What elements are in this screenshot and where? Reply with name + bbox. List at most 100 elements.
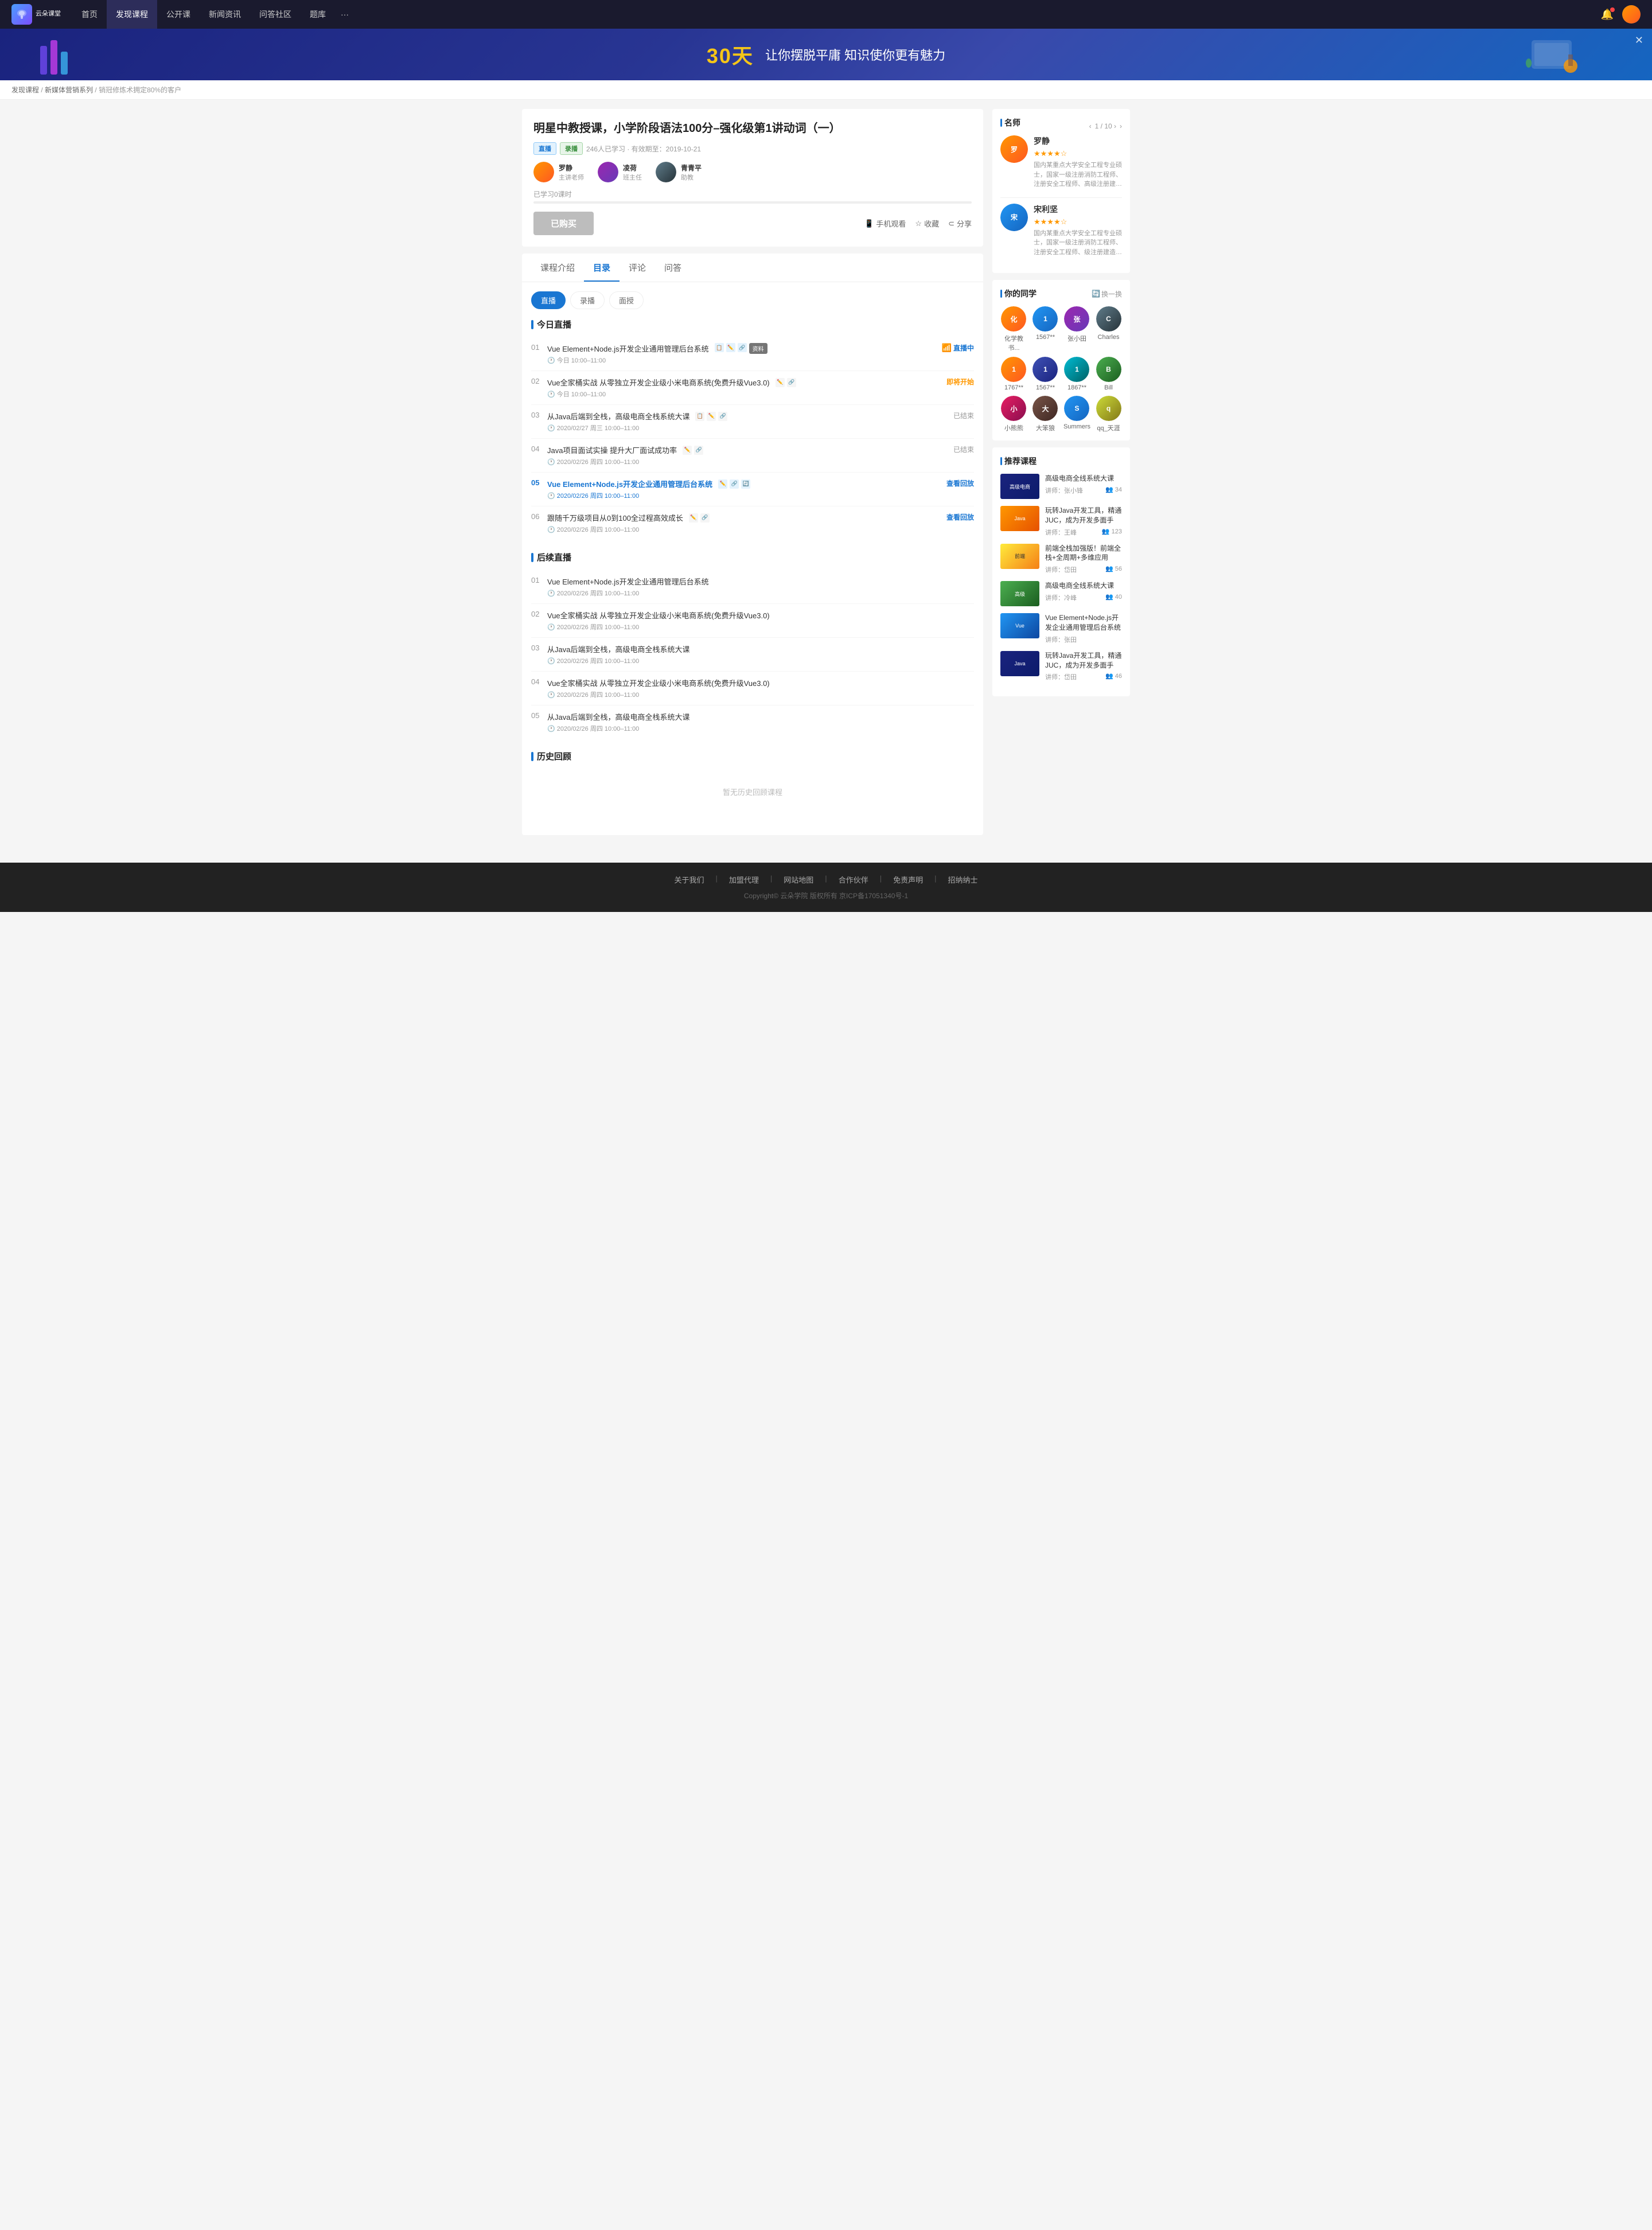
tabs-content: 直播 录播 面授 今日直播 01 Vue Element+Node.js开发企业… [522,282,983,835]
recommend-thumb-1: Java [1000,506,1039,531]
lesson-time-active: 🕐 2020/02/26 周四 10:00–11:00 [547,491,941,500]
refresh-classmates-button[interactable]: 🔄 换一换 [1092,289,1122,299]
recommend-item[interactable]: Java 玩转Java开发工具，精通JUC，成为开发多面手 讲师：王峰 👥 12… [1000,506,1122,537]
lesson-icon-edit[interactable]: ✏️ [707,412,716,421]
status-replay[interactable]: 查看回放 [946,478,974,488]
lesson-icon-link[interactable]: 🔗 [787,378,796,387]
status-ended: 已结束 [953,411,974,420]
favorite-button[interactable]: ☆ 收藏 [915,218,939,229]
lesson-icon-link[interactable]: 🔗 [738,343,747,352]
lesson-time: 🕐 2020/02/26 周四 10:00–11:00 [547,724,974,733]
lesson-icon-refresh[interactable]: 🔄 [741,479,750,489]
main-layout: 明星中教授课，小学阶段语法100分–强化级第1讲动词（一） 直播 录播 246人… [511,100,1141,851]
lesson-icon-link[interactable]: 🔗 [694,446,703,455]
lesson-status: 查看回放 [946,478,974,488]
bell-icon[interactable]: 🔔 [1601,9,1614,21]
course-teachers: 罗静 主讲老师 凌荷 班主任 [533,162,972,182]
lesson-icon-edit[interactable]: ✏️ [726,343,735,352]
nav-open[interactable]: 公开课 [157,0,200,29]
status-soon: 即将开始 [946,377,974,387]
lesson-link[interactable]: Vue Element+Node.js开发企业通用管理后台系统 [547,478,712,489]
nav-news[interactable]: 新闻资讯 [200,0,250,29]
lesson-icon-link[interactable]: 🔗 [730,479,739,489]
main-content: 明星中教授课，小学阶段语法100分–强化级第1讲动词（一） 直播 录播 246人… [522,109,983,842]
lesson-time: 🕐 2020/02/26 周四 10:00–11:00 [547,457,948,466]
recommend-item[interactable]: 前端 前端全栈加强版！前端全栈+全周期+多维应用 讲师：岱田 👥 56 [1000,544,1122,575]
classmate-item: 大 大笨狼 [1032,396,1059,432]
lesson-title: 跟随千万级项目从0到100全过程高效成长 ✏️ 🔗 [547,512,941,523]
recommend-teacher-2: 讲师：岱田 [1045,565,1077,574]
user-avatar[interactable] [1622,5,1641,24]
bought-button[interactable]: 已购买 [533,212,594,235]
recommend-title: 推荐课程 [1000,455,1122,467]
lesson-icon-clipboard[interactable]: 📋 [695,412,704,421]
lesson-icon-link[interactable]: 🔗 [718,412,727,421]
teacher-role-1: 班主任 [623,173,642,182]
lesson-icon-link[interactable]: 🔗 [700,513,710,523]
classmates-card: 你的同学 🔄 换一换 化 化学教书... 1 1567** 张 张小田 [992,280,1130,440]
footer-recruit[interactable]: 招纳纳士 [948,874,978,885]
lesson-title-active: Vue Element+Node.js开发企业通用管理后台系统 ✏️ 🔗 🔄 [547,478,941,489]
nav-qa[interactable]: 问答社区 [250,0,301,29]
tab-intro[interactable]: 课程介绍 [531,254,584,282]
footer-partner[interactable]: 合作伙伴 [839,874,868,885]
tab-catalog[interactable]: 目录 [584,254,620,282]
next-teacher-icon[interactable]: › [1120,122,1122,130]
teachers-nav[interactable]: ‹ 1 / 10 › › [1089,122,1122,130]
nav-more[interactable]: ··· [335,0,354,29]
lesson-icon-edit[interactable]: ✏️ [689,513,698,523]
lesson-num: 03 [531,411,547,419]
status-replay[interactable]: 查看回放 [946,512,974,522]
nav-discover[interactable]: 发现课程 [107,0,157,29]
lesson-icon-edit[interactable]: ✏️ [683,446,692,455]
footer-agent[interactable]: 加盟代理 [729,874,759,885]
future-live-title: 后续直播 [531,551,974,563]
recommend-item[interactable]: Java 玩转Java开发工具，精通JUC，成为开发多面手 讲师：岱田 👥 46 [1000,651,1122,682]
lesson-item: 04 Vue全家桶实战 从零独立开发企业级小米电商系统(免费升级Vue3.0) … [531,672,974,705]
recommend-course-title-5: 玩转Java开发工具，精通JUC，成为开发多面手 [1045,651,1122,670]
tab-review[interactable]: 评论 [620,254,655,282]
subtab-live[interactable]: 直播 [531,291,566,309]
breadcrumb-series[interactable]: 新媒体营销系列 [45,86,93,94]
banner-deco-left [34,34,80,80]
banner-close-button[interactable]: ✕ [1635,34,1643,46]
recommend-students-1: 👥 123 [1102,528,1122,537]
lesson-num: 04 [531,445,547,453]
footer-disclaimer[interactable]: 免责声明 [893,874,923,885]
footer-sitemap[interactable]: 网站地图 [784,874,813,885]
breadcrumb-discover[interactable]: 发现课程 [11,86,39,94]
logo[interactable]: 云朵课堂 [11,4,61,25]
navigation: 云朵课堂 首页 发现课程 公开课 新闻资讯 问答社区 题库 ··· 🔔 [0,0,1652,29]
promo-banner: 30天 让你摆脱平庸 知识使你更有魅力 ✕ [0,29,1652,80]
recommend-item[interactable]: 高级电商 高级电商全线系统大课 讲师：张小锋 👥 34 [1000,474,1122,499]
lesson-icon-edit[interactable]: ✏️ [776,378,785,387]
classmate-name: 张小田 [1067,334,1086,343]
recommend-thumb-5: Java [1000,651,1039,676]
lesson-material-badge[interactable]: 资料 [749,343,767,354]
lesson-icon-clipboard[interactable]: 📋 [715,343,724,352]
lesson-num: 02 [531,610,547,618]
recommend-teacher-1: 讲师：王峰 [1045,528,1077,537]
sidebar-teacher-name-1: 宋利坚 [1034,204,1122,215]
tab-qa[interactable]: 问答 [655,254,691,282]
footer-about[interactable]: 关于我们 [674,874,704,885]
recommend-item[interactable]: Vue Vue Element+Node.js开发企业通用管理后台系统 讲师：张… [1000,613,1122,644]
nav-problems[interactable]: 题库 [301,0,335,29]
mobile-watch-button[interactable]: 📱 手机观看 [864,218,906,229]
teacher-divider [1000,197,1122,198]
subtab-record[interactable]: 录播 [570,291,605,309]
subtab-offline[interactable]: 面授 [609,291,644,309]
prev-teacher-icon[interactable]: ‹ [1089,122,1092,130]
teacher-role-2: 助教 [681,173,702,182]
share-button[interactable]: ⊂ 分享 [948,218,972,229]
recommend-teacher-0: 讲师：张小锋 [1045,486,1083,495]
tabs-header: 课程介绍 目录 评论 问答 [522,254,983,282]
lesson-title: Vue全家桶实战 从零独立开发企业级小米电商系统(免费升级Vue3.0) [547,677,974,688]
recommend-thumb-4: Vue [1000,613,1039,638]
nav-home[interactable]: 首页 [72,0,107,29]
today-live-section: 今日直播 01 Vue Element+Node.js开发企业通用管理后台系统 … [531,318,974,540]
lesson-icon-edit[interactable]: ✏️ [718,479,727,489]
recommend-item[interactable]: 高级 高级电商全线系统大课 讲师：冷峰 👥 40 [1000,581,1122,606]
nav-right: 🔔 [1601,5,1641,24]
lesson-title: Vue Element+Node.js开发企业通用管理后台系统 📋 ✏️ 🔗 资… [547,343,936,354]
